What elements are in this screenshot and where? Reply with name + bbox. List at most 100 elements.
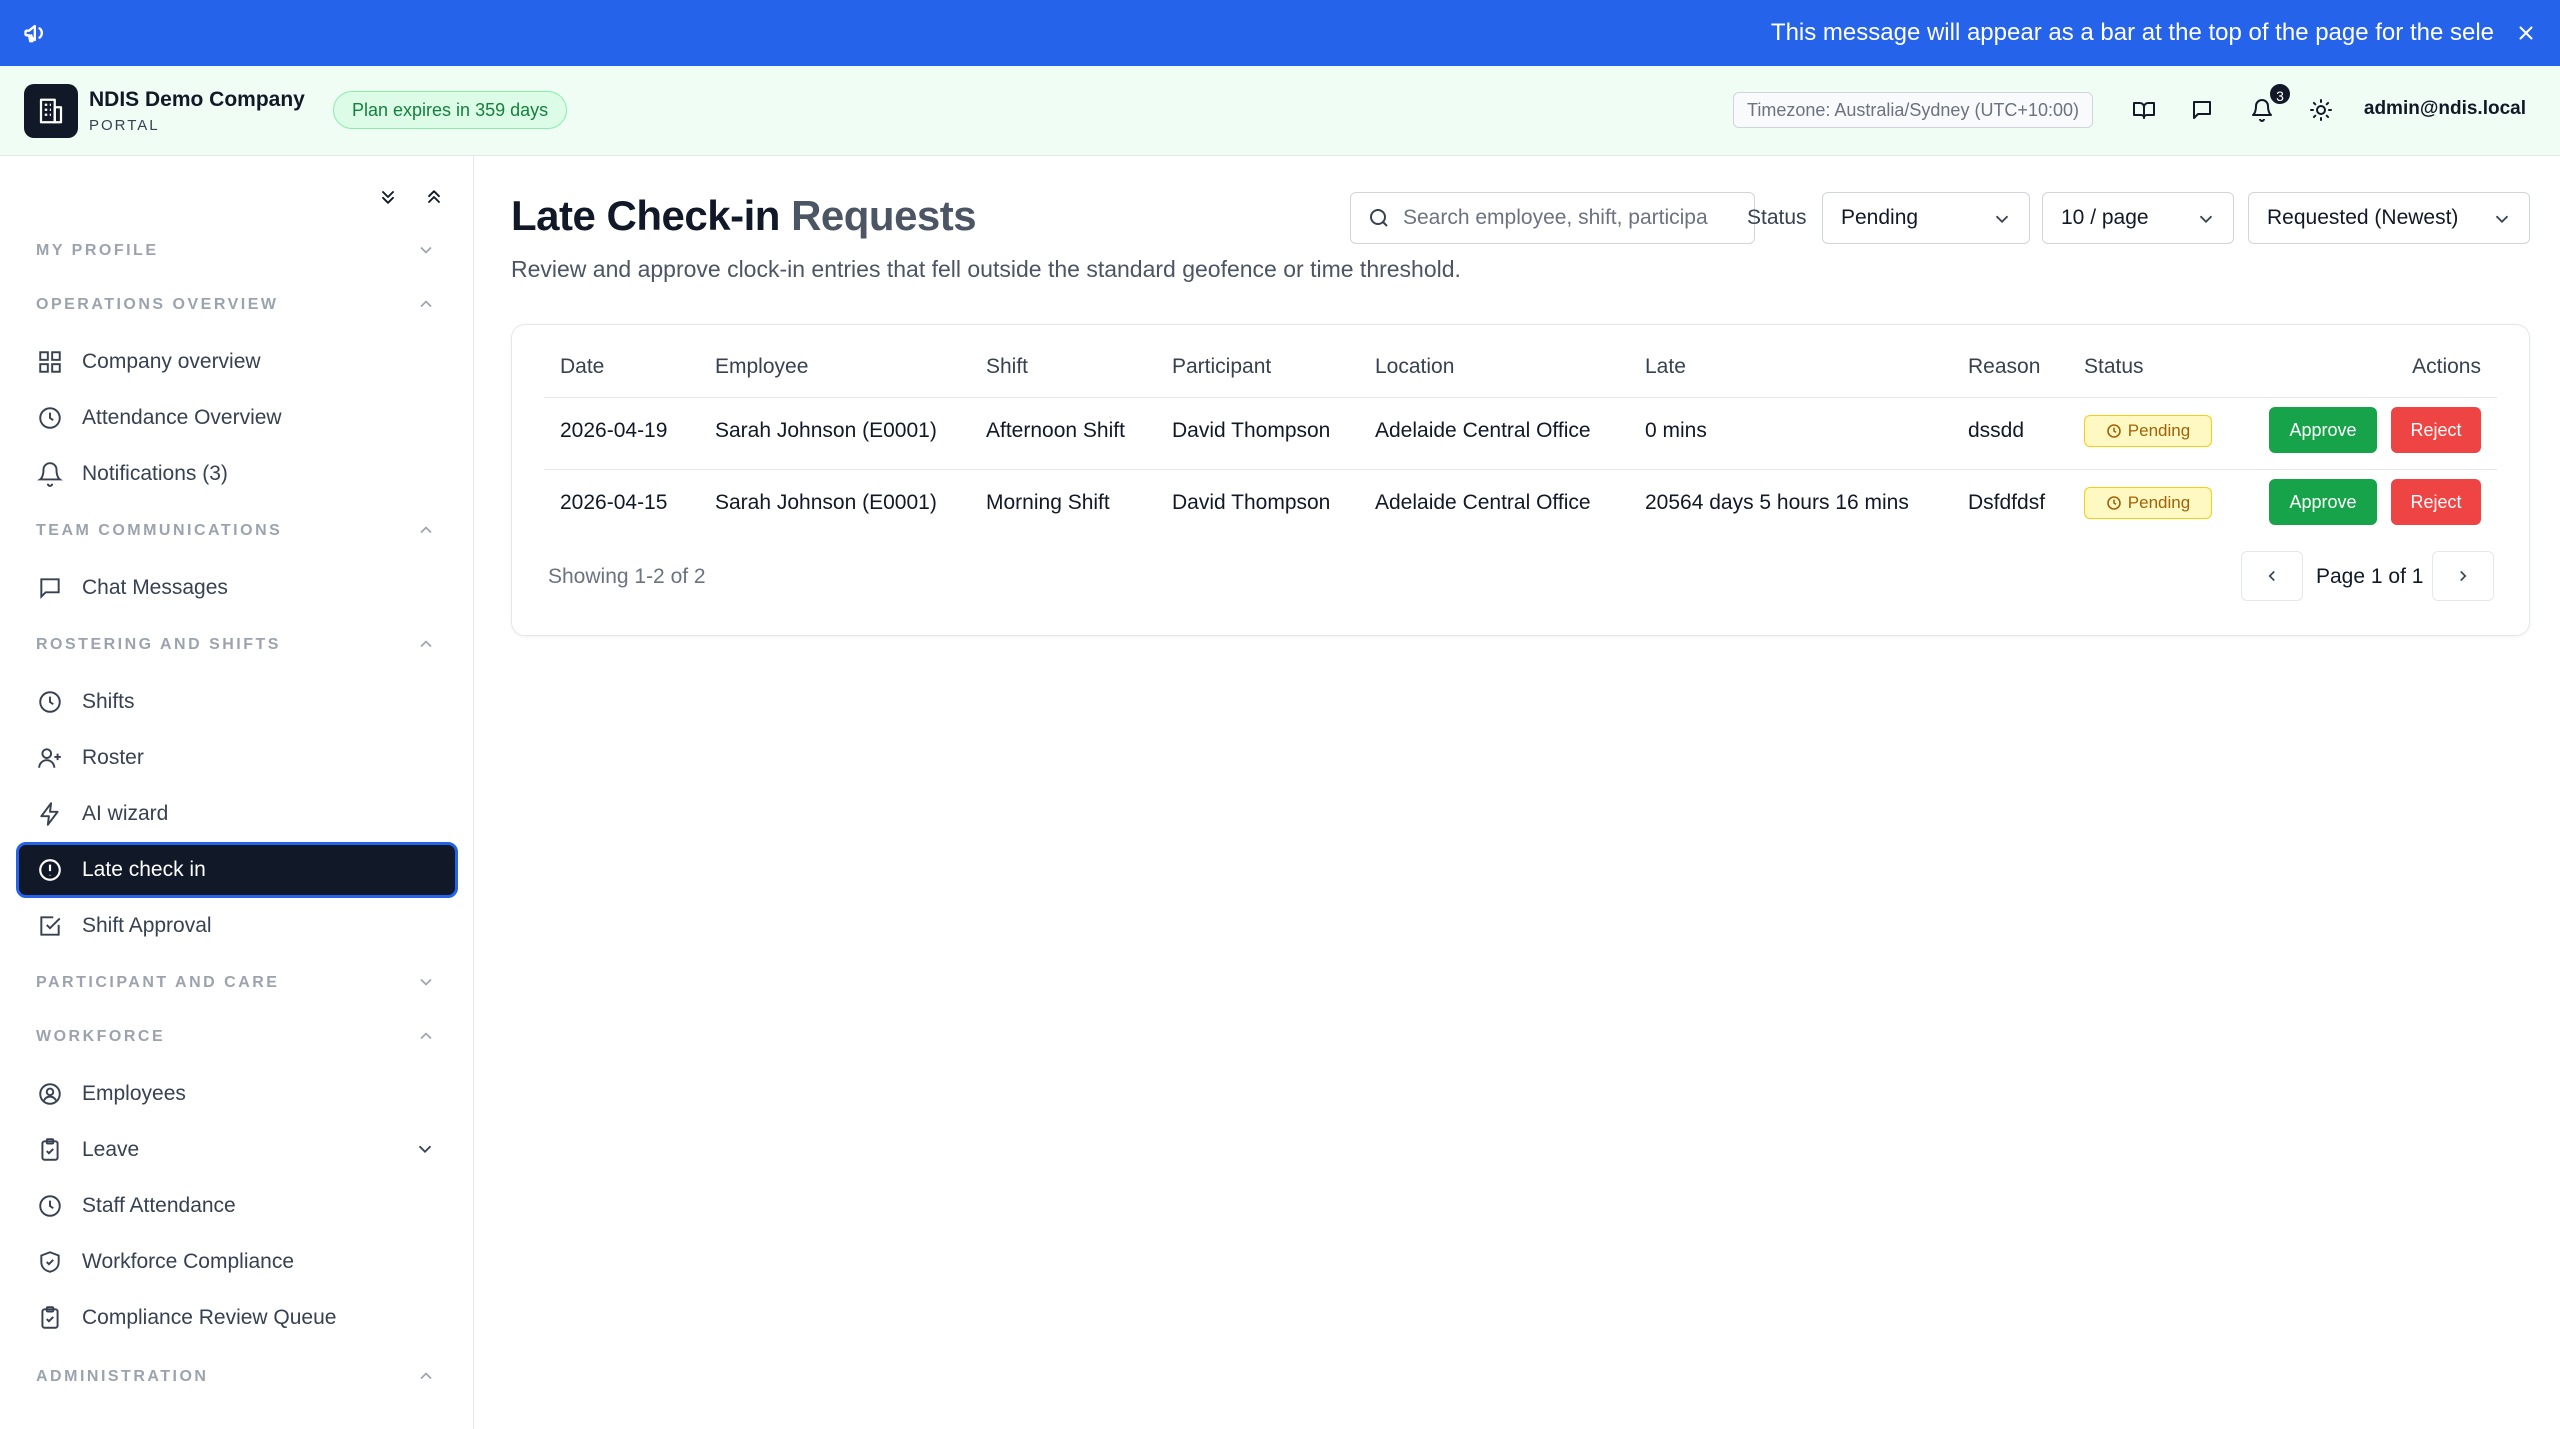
company-logo[interactable] <box>24 84 78 138</box>
user-menu[interactable]: admin@ndis.local <box>2364 98 2526 120</box>
sidebar-item-label: Late check in <box>82 858 206 881</box>
section-label: ADMINISTRATION <box>36 1368 209 1385</box>
sidebar-item-late-check-in[interactable]: Late check in <box>16 842 458 898</box>
expand-all-icon[interactable] <box>375 184 401 210</box>
chat-icon <box>36 574 64 602</box>
sidebar-item-notifications[interactable]: Notifications (3) <box>16 446 458 502</box>
row-divider <box>544 469 2497 470</box>
section-label: TEAM COMMUNICATIONS <box>36 522 283 539</box>
notification-count-badge: 3 <box>2268 82 2292 106</box>
timezone-display: Timezone: Australia/Sydney (UTC+10:00) <box>1733 92 2093 128</box>
approve-button[interactable]: Approve <box>2269 479 2377 525</box>
sidebar-item-attendance-overview[interactable]: Attendance Overview <box>16 390 458 446</box>
sort-select[interactable]: Requested (Newest) <box>2248 192 2530 244</box>
column-header-location[interactable]: Location <box>1375 355 1454 379</box>
sidebar-item-label: Workforce Compliance <box>82 1250 295 1273</box>
sidebar-item-workforce-compliance[interactable]: Workforce Compliance <box>16 1234 458 1290</box>
reject-button[interactable]: Reject <box>2391 407 2481 453</box>
status-badge-label: Pending <box>2127 421 2191 440</box>
section-workforce[interactable]: WORKFORCE <box>36 1028 436 1046</box>
sidebar-item-staff-attendance[interactable]: Staff Attendance <box>16 1178 458 1234</box>
user-circle-icon <box>36 1080 64 1108</box>
plan-expiry-badge: Plan expires in 359 days <box>333 91 568 129</box>
chevron-down-icon <box>1995 215 2009 224</box>
sidebar-item-ai-wizard[interactable]: AI wizard <box>16 786 458 842</box>
cell-date: 2026-04-19 <box>560 419 668 442</box>
chevron-down-icon <box>2199 215 2213 224</box>
announcement-bar: This message will appear as a bar at the… <box>0 0 2560 66</box>
section-team-communications[interactable]: TEAM COMMUNICATIONS <box>36 522 436 540</box>
sidebar-item-roster[interactable]: Roster <box>16 730 458 786</box>
sidebar-item-shift-approval[interactable]: Shift Approval <box>16 898 458 954</box>
chevron-up-icon <box>420 526 432 534</box>
clock-icon <box>36 1192 64 1220</box>
chevron-down-icon <box>420 978 432 986</box>
chevron-up-icon <box>420 1372 432 1380</box>
cell-reason: Dsfdfdsf <box>1968 491 2046 514</box>
column-header-status[interactable]: Status <box>2084 355 2144 379</box>
status-badge: Pending <box>2084 487 2212 519</box>
chevron-up-icon <box>420 300 432 308</box>
cell-date: 2026-04-15 <box>560 491 668 514</box>
company-name: NDIS Demo Company <box>89 88 305 111</box>
sun-icon[interactable] <box>2305 94 2337 126</box>
section-operations-overview[interactable]: OPERATIONS OVERVIEW <box>36 296 436 314</box>
prev-page-button[interactable] <box>2241 551 2303 601</box>
page-size-value: 10 / page <box>2061 206 2149 229</box>
column-header-participant[interactable]: Participant <box>1172 355 1271 379</box>
shield-check-icon <box>36 1248 64 1276</box>
section-administration[interactable]: ADMINISTRATION <box>36 1368 436 1386</box>
book-icon[interactable] <box>2128 94 2160 126</box>
clipboard-check-icon <box>36 1304 64 1332</box>
close-icon[interactable] <box>2510 17 2542 49</box>
section-label: MY PROFILE <box>36 242 159 259</box>
column-header-employee[interactable]: Employee <box>715 355 808 379</box>
sidebar-item-company-overview[interactable]: Company overview <box>16 334 458 390</box>
column-header-actions: Actions <box>2412 355 2481 378</box>
section-label: PARTICIPANT AND CARE <box>36 974 280 991</box>
section-rostering-and-shifts[interactable]: ROSTERING AND SHIFTS <box>36 636 436 654</box>
collapse-all-icon[interactable] <box>421 184 447 210</box>
page-info: Page 1 of 1 <box>2316 565 2424 588</box>
section-participant-and-care[interactable]: PARTICIPANT AND CARE <box>36 974 436 992</box>
header-divider <box>544 397 2497 398</box>
cell-location: Adelaide Central Office <box>1375 491 1591 514</box>
column-header-late[interactable]: Late <box>1645 355 1686 379</box>
page-size-select[interactable]: 10 / page <box>2042 192 2234 244</box>
search-field[interactable] <box>1350 192 1755 244</box>
top-header: NDIS Demo Company PORTAL Plan expires in… <box>0 66 2560 156</box>
sidebar-item-label: Roster <box>82 746 144 769</box>
sidebar-collapse-controls <box>375 184 447 210</box>
pagination-summary: Showing 1-2 of 2 <box>548 565 706 588</box>
sidebar-item-employees[interactable]: Employees <box>16 1066 458 1122</box>
search-input[interactable] <box>1403 206 1713 230</box>
page-title-part2: Requests <box>791 192 977 239</box>
section-my-profile[interactable]: MY PROFILE <box>36 242 436 260</box>
page-title-part1: Late Check-in <box>511 192 780 239</box>
sidebar-item-label: Attendance Overview <box>82 406 282 429</box>
sidebar-item-compliance-review-queue[interactable]: Compliance Review Queue <box>16 1290 458 1346</box>
sidebar-item-leave[interactable]: Leave <box>16 1122 458 1178</box>
chevron-down-icon <box>418 1145 432 1154</box>
sidebar-item-label: Shift Approval <box>82 914 212 937</box>
status-select[interactable]: Pending <box>1822 192 2030 244</box>
status-filter-label: Status <box>1747 206 1807 229</box>
user-plus-icon <box>36 744 64 772</box>
approve-button[interactable]: Approve <box>2269 407 2377 453</box>
cell-late: 20564 days 5 hours 16 mins <box>1645 491 1909 514</box>
cell-participant: David Thompson <box>1172 491 1331 514</box>
sidebar: MY PROFILE OPERATIONS OVERVIEW Company o… <box>0 156 474 1429</box>
column-header-shift[interactable]: Shift <box>986 355 1028 379</box>
chevron-down-icon <box>2495 215 2509 224</box>
chat-icon[interactable] <box>2186 94 2218 126</box>
sidebar-item-label: Shifts <box>82 690 135 713</box>
next-page-button[interactable] <box>2432 551 2494 601</box>
column-header-reason[interactable]: Reason <box>1968 355 2040 379</box>
cell-reason: dssdd <box>1968 419 2025 442</box>
column-header-date[interactable]: Date <box>560 355 604 379</box>
sidebar-item-shifts[interactable]: Shifts <box>16 674 458 730</box>
sidebar-item-chat-messages[interactable]: Chat Messages <box>16 560 458 616</box>
reject-button[interactable]: Reject <box>2391 479 2481 525</box>
chevron-up-icon <box>420 640 432 648</box>
cell-late: 0 mins <box>1645 419 1707 442</box>
